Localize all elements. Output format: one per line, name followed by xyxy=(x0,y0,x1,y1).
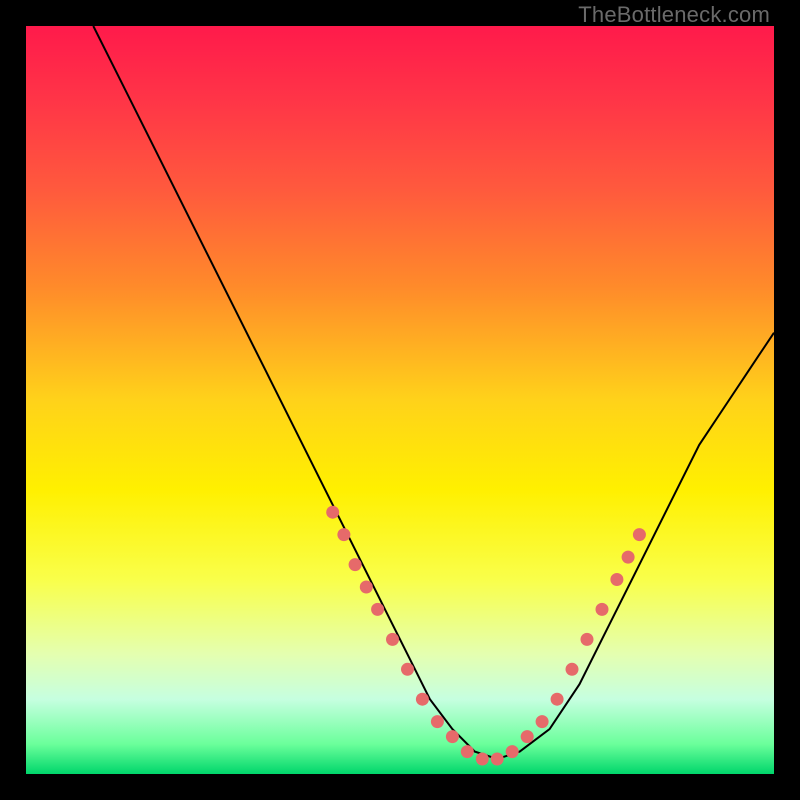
highlight-dot xyxy=(536,715,549,728)
highlight-dot xyxy=(476,753,489,766)
highlight-dot xyxy=(349,558,362,571)
highlight-dot xyxy=(416,693,429,706)
highlight-dot xyxy=(622,551,635,564)
highlight-dot xyxy=(326,506,339,519)
highlight-dot xyxy=(371,603,384,616)
highlight-dot xyxy=(521,730,534,743)
highlight-dot xyxy=(633,528,646,541)
chart-gradient-background xyxy=(26,26,774,774)
highlight-dot xyxy=(566,663,579,676)
highlight-dot xyxy=(610,573,623,586)
highlight-dot xyxy=(596,603,609,616)
highlight-dot xyxy=(360,581,373,594)
highlight-dot xyxy=(491,753,504,766)
highlight-dot xyxy=(446,730,459,743)
highlight-dot xyxy=(581,633,594,646)
highlight-dot xyxy=(551,693,564,706)
highlight-dot xyxy=(337,528,350,541)
watermark-label: TheBottleneck.com xyxy=(578,2,770,28)
highlight-dot xyxy=(386,633,399,646)
highlight-dot xyxy=(506,745,519,758)
chart-svg xyxy=(26,26,774,774)
highlight-dot xyxy=(461,745,474,758)
highlight-dot xyxy=(431,715,444,728)
highlight-dot xyxy=(401,663,414,676)
